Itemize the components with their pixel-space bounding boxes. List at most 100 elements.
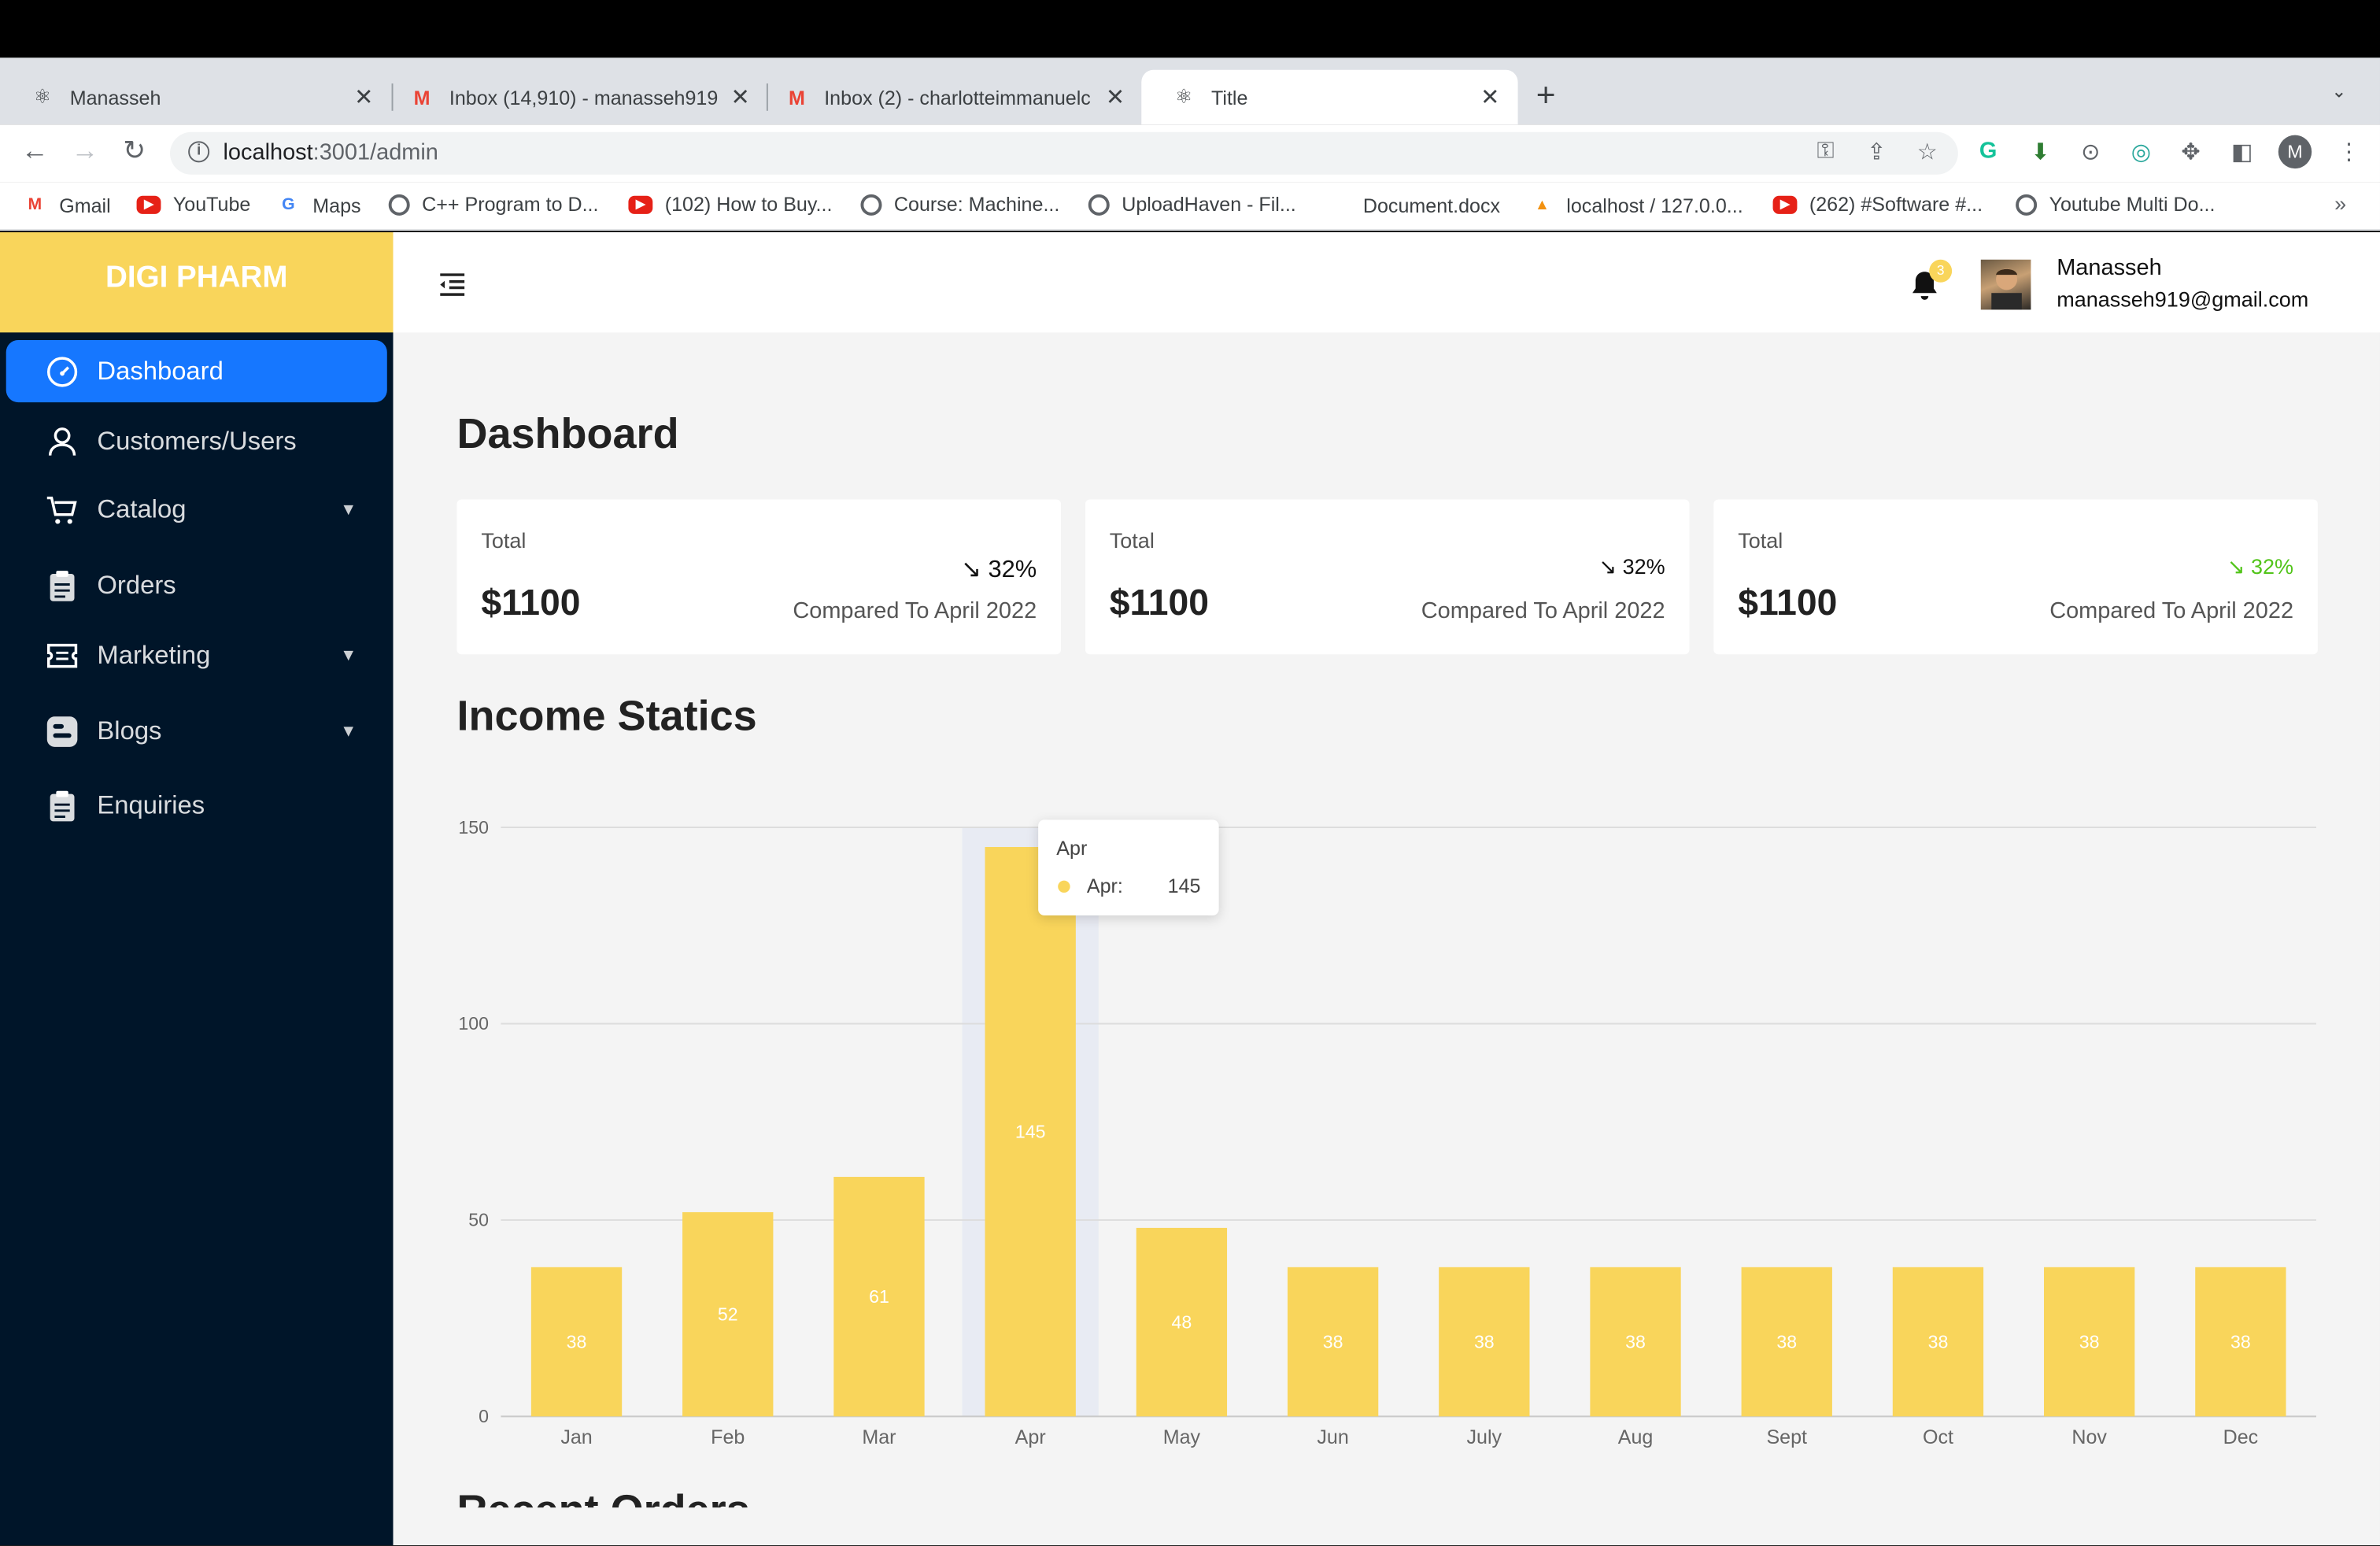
user-name: Manasseh: [2057, 254, 2162, 281]
url-text[interactable]: localhost:3001/admin: [223, 139, 438, 165]
bookmark-label: Youtube Multi Do...: [2049, 192, 2216, 216]
close-icon[interactable]: ✕: [1480, 83, 1499, 111]
stat-compare: Compared To April 2022: [793, 597, 1037, 624]
ticket-icon: [46, 638, 79, 671]
browser-tab-3[interactable]: M Inbox (2) - charlotteimmanuelc ✕: [754, 70, 1143, 124]
bookmark-youtube[interactable]: ▶ YouTube: [136, 193, 250, 216]
sidebar-item-marketing[interactable]: Marketing ▼: [6, 624, 387, 686]
sidebar-item-customers[interactable]: Customers/Users: [6, 410, 387, 472]
x-tick-label: Aug: [1618, 1426, 1654, 1448]
reload-icon[interactable]: ↻: [123, 135, 146, 167]
x-tick-label: Jun: [1317, 1426, 1348, 1448]
globe-icon: [2016, 193, 2038, 215]
browser-tab-1[interactable]: ⚛ Manasseh ✕: [0, 70, 392, 124]
bookmark-label: (262) #Software #...: [1809, 192, 1983, 216]
tab-title: Manasseh: [69, 85, 161, 109]
sidebar-item-label: Dashboard: [97, 356, 224, 385]
chart-title: Income Statics: [456, 692, 757, 740]
bookmark-youtube-multi[interactable]: Youtube Multi Do...: [2016, 192, 2216, 216]
bookmark-cpp[interactable]: C++ Program to D...: [388, 192, 599, 216]
info-icon[interactable]: i: [188, 141, 210, 163]
youtube-icon: ▶: [628, 194, 653, 213]
user-avatar[interactable]: [1980, 259, 2031, 310]
share-icon[interactable]: ⇪: [1867, 138, 1886, 165]
bookmark-youtube-software[interactable]: ▶ (262) #Software #...: [1772, 192, 1983, 216]
user-email: manasseh919@gmail.com: [2057, 287, 2309, 312]
grammarly-icon[interactable]: G: [1979, 138, 1998, 164]
bookmark-uploadhaven[interactable]: UploadHaven - Fil...: [1088, 193, 1296, 216]
tooltip-marker: [1058, 880, 1070, 893]
bookmarks-overflow-icon[interactable]: »: [2334, 191, 2346, 216]
forward-icon[interactable]: →: [72, 135, 99, 167]
stat-card: Total $1100 ↘ 32% Compared To April 2022: [1713, 499, 2318, 655]
browser-tab-4[interactable]: ⚛ Title ✕: [1141, 69, 1518, 125]
sidebar-item-label: Marketing: [97, 639, 211, 669]
extension-icon[interactable]: ⊙: [2081, 138, 2100, 165]
bookmark-label: C++ Program to D...: [422, 192, 599, 216]
bar-data-label: 38: [1928, 1331, 1949, 1352]
user-icon: [46, 424, 79, 457]
tab-search-icon[interactable]: ⌄: [2331, 80, 2346, 102]
close-icon[interactable]: ✕: [354, 83, 373, 111]
chevron-down-icon: ▼: [340, 500, 357, 519]
profile-avatar[interactable]: M: [2278, 135, 2312, 169]
stat-amount: $1100: [1109, 583, 1209, 624]
menu-fold-icon[interactable]: [437, 270, 468, 298]
x-tick-label: Dec: [2223, 1426, 2259, 1448]
new-tab-button[interactable]: +: [1536, 76, 1556, 115]
x-tick-label: Feb: [711, 1426, 745, 1448]
sidebar-item-dashboard[interactable]: Dashboard: [6, 339, 387, 403]
sidebar-item-catalog[interactable]: Catalog ▼: [6, 478, 387, 540]
bookmark-label: Document.docx: [1362, 193, 1501, 216]
stat-compare: Compared To April 2022: [1421, 597, 1665, 624]
arrow-down-right-icon: ↘: [1598, 553, 1623, 579]
bar-data-label: 38: [1625, 1331, 1646, 1352]
section-title-recent-orders: Recent Orders: [456, 1485, 749, 1507]
tooltip-title: Apr: [1056, 836, 1088, 860]
more-icon[interactable]: ⋮: [2338, 138, 2360, 165]
clipboard-icon: [46, 789, 79, 822]
sidepanel-icon[interactable]: ◧: [2231, 138, 2252, 165]
microsoft-icon: [1327, 193, 1351, 217]
x-tick-label: Oct: [1923, 1426, 1953, 1448]
bookmark-course[interactable]: Course: Machine...: [860, 193, 1059, 216]
puzzle-icon[interactable]: ✥: [2181, 138, 2200, 165]
bar-data-label: 38: [1776, 1331, 1797, 1352]
bar-data-label: 61: [869, 1286, 889, 1307]
bar-data-label: 48: [1172, 1311, 1192, 1332]
sidebar-item-enquiries[interactable]: Enquiries: [6, 775, 387, 837]
bar-data-label: 52: [718, 1304, 738, 1324]
stat-percent-value: 32%: [2251, 553, 2294, 579]
sidebar-item-blogs[interactable]: Blogs ▼: [6, 700, 387, 762]
bar-data-label: 38: [2079, 1331, 2100, 1352]
stat-percent: ↘ 32%: [961, 554, 1037, 585]
browser-tab-2[interactable]: M Inbox (14,910) - manasseh919@ ✕: [379, 70, 768, 124]
star-icon[interactable]: ☆: [1917, 138, 1938, 165]
top-header: [393, 232, 2380, 333]
page-title: Dashboard: [456, 409, 679, 457]
globe-icon: [860, 193, 882, 215]
logo: DIGI PHARM: [0, 232, 394, 333]
extension-icon[interactable]: ◎: [2131, 138, 2151, 165]
stat-amount: $1100: [481, 583, 581, 624]
download-icon[interactable]: ⬇: [2031, 138, 2049, 165]
stat-compare: Compared To April 2022: [2049, 597, 2294, 624]
chevron-down-icon: ▼: [340, 645, 357, 664]
sidebar-item-orders[interactable]: Orders: [6, 554, 387, 616]
notification-badge: 3: [1929, 259, 1953, 283]
bookmark-youtube-buy[interactable]: ▶ (102) How to Buy...: [628, 193, 832, 216]
stat-percent-value: 32%: [1622, 553, 1665, 579]
bookmark-phpmyadmin[interactable]: ▲ localhost / 127.0.0...: [1530, 193, 1743, 217]
globe-icon: [1088, 193, 1110, 215]
bar-data-label: 38: [567, 1331, 587, 1352]
close-icon[interactable]: ✕: [1106, 83, 1125, 111]
back-icon[interactable]: ←: [21, 135, 49, 167]
clipboard-icon: [46, 568, 79, 601]
close-icon[interactable]: ✕: [730, 83, 749, 111]
blog-icon: [46, 714, 79, 747]
bookmark-maps[interactable]: G Maps: [276, 193, 360, 217]
bookmark-document[interactable]: Document.docx: [1327, 193, 1500, 217]
key-icon[interactable]: ⚿: [1816, 138, 1834, 164]
bookmark-gmail[interactable]: M Gmail: [23, 193, 110, 217]
y-tick-label: 100: [458, 1013, 489, 1034]
